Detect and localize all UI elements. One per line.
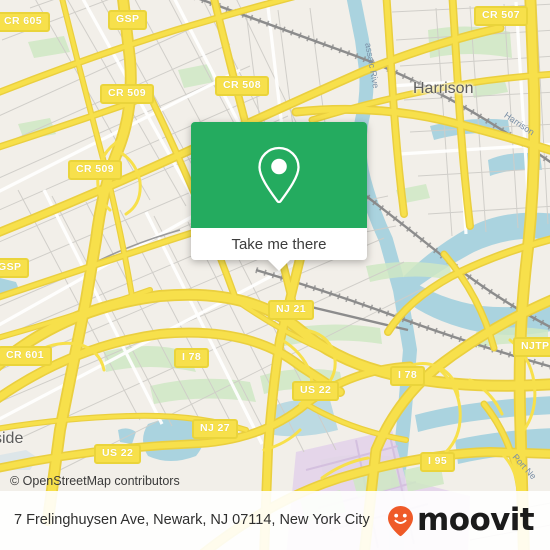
- road-shield: CR 507: [474, 6, 529, 26]
- moovit-smiley-pin-icon: [388, 505, 414, 536]
- take-me-there-label: Take me there: [231, 235, 327, 253]
- road-shield: NJTP: [513, 337, 550, 357]
- road-shield: US 22: [292, 381, 340, 401]
- location-callout-card[interactable]: Take me there: [191, 122, 367, 271]
- road-shield: CR 509: [100, 84, 155, 104]
- road-shield: NJ 27: [192, 419, 239, 439]
- map-canvas[interactable]: CR 605 GSP CR 507 CR 509 CR 508 CR 509 G…: [0, 0, 550, 550]
- footer-bar: 7 Frelinghuysen Ave, Newark, NJ 07114, N…: [0, 491, 550, 550]
- place-label-hillside: side: [0, 430, 24, 447]
- place-label-harrison: Harrison: [413, 80, 474, 97]
- osm-attribution[interactable]: © OpenStreetMap contributors: [0, 470, 550, 492]
- take-me-there-button[interactable]: Take me there: [191, 228, 367, 260]
- callout-pointer: [268, 260, 290, 271]
- road-shield: GSP: [108, 10, 148, 30]
- callout-header: [191, 122, 367, 228]
- moovit-wordmark: moovit: [417, 502, 535, 538]
- road-shield: I 95: [420, 452, 456, 472]
- road-shield: I 78: [390, 366, 426, 386]
- moovit-logo[interactable]: moovit: [387, 502, 535, 538]
- road-shield: CR 601: [0, 346, 53, 366]
- road-shield: US 22: [94, 444, 142, 464]
- address-text: 7 Frelinghuysen Ave, Newark, NJ 07114, N…: [14, 511, 370, 528]
- location-pin-icon: [258, 146, 300, 204]
- map-screen: CR 605 GSP CR 507 CR 509 CR 508 CR 509 G…: [0, 0, 550, 550]
- road-shield: CR 605: [0, 12, 51, 32]
- road-shield: GSP: [0, 258, 30, 278]
- road-shield: CR 509: [68, 160, 123, 180]
- road-shield: I 78: [174, 348, 210, 368]
- road-shield: NJ 21: [268, 300, 315, 320]
- road-shield: CR 508: [215, 76, 270, 96]
